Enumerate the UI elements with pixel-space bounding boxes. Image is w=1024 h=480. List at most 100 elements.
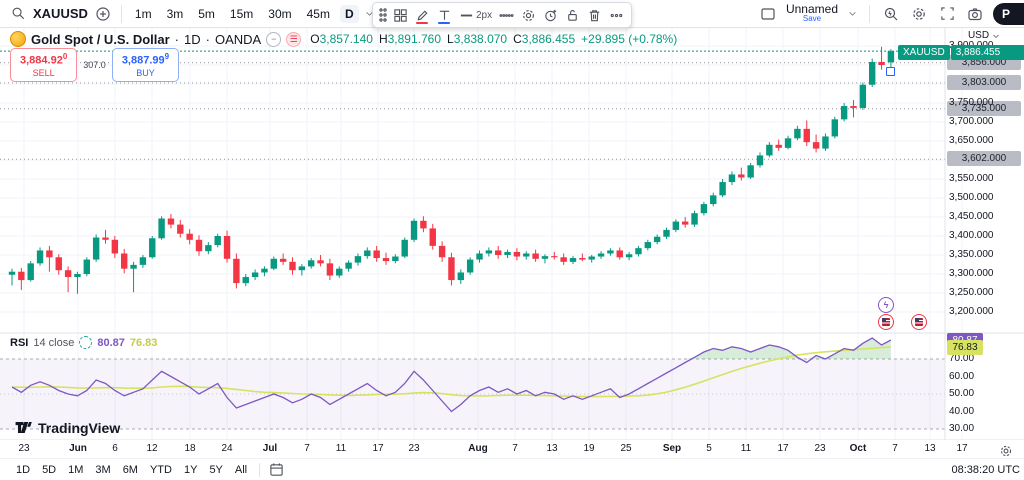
layout-select-icon[interactable]	[758, 4, 778, 24]
range-all[interactable]: All	[229, 463, 253, 477]
layout-name-button[interactable]: Unnamed Save	[786, 4, 838, 24]
rsi-value: 80.87	[97, 337, 125, 349]
time-label-day: 7	[290, 443, 324, 454]
trash-icon[interactable]	[584, 5, 604, 25]
symbol-title[interactable]: Gold Spot / U.S. Dollar	[31, 32, 170, 47]
add-alert-icon[interactable]	[540, 5, 560, 25]
range-1y[interactable]: 1Y	[178, 463, 203, 477]
timeframe-1d-selected[interactable]: D	[340, 5, 359, 23]
legend-menu-icon[interactable]: ☰	[286, 32, 301, 47]
publish-button[interactable]: P	[993, 3, 1024, 25]
currency-chevron-icon	[992, 32, 1000, 40]
compare-add-icon[interactable]	[93, 4, 113, 24]
close-value: 3,886.455	[522, 32, 575, 46]
time-label-month: Sep	[655, 443, 689, 454]
tradingview-watermark: TradingView	[14, 418, 120, 437]
snapshot-camera-icon[interactable]	[965, 4, 985, 24]
time-label-day: 5	[692, 443, 726, 454]
symbol-exchange[interactable]: OANDA	[215, 32, 261, 47]
range-5y[interactable]: 5Y	[203, 463, 228, 477]
go-to-date-calendar-icon[interactable]	[266, 460, 286, 480]
sell-label: SELL	[20, 67, 67, 79]
timeframe-5m[interactable]: 5m	[193, 5, 220, 23]
us-flag-event-icon[interactable]	[878, 314, 894, 330]
change-value: +29.895 (+0.78%)	[581, 32, 677, 46]
more-options-icon[interactable]	[606, 5, 626, 25]
fullscreen-icon[interactable]	[937, 4, 957, 24]
range-3m[interactable]: 3M	[89, 463, 116, 477]
ohlc-values: O3,857.140 H3,891.760 L3,838.070 C3,886.…	[310, 32, 677, 46]
line-width-icon[interactable]	[456, 5, 476, 25]
range-1d[interactable]: 1D	[10, 463, 36, 477]
layout-chevron-down-icon[interactable]	[846, 4, 858, 24]
time-label-day: 19	[572, 443, 606, 454]
price-axis-currency[interactable]: USD	[949, 30, 1019, 41]
us-flag	[915, 318, 923, 326]
tradingview-app: 3,856.0003,803.0003,735.0003,602.000XAUU…	[0, 0, 1024, 480]
selected-point-marker[interactable]	[886, 67, 895, 76]
divider	[869, 5, 870, 23]
rsi-title[interactable]: RSI	[10, 337, 28, 349]
timeframe-3m[interactable]: 3m	[162, 5, 189, 23]
timeframe-15m[interactable]: 15m	[225, 5, 258, 23]
time-label-day: 23	[397, 443, 431, 454]
time-label-day: 17	[766, 443, 800, 454]
lock-icon[interactable]	[562, 5, 582, 25]
high-value: 3,891.760	[388, 32, 441, 46]
time-label-day: 7	[878, 443, 912, 454]
time-axis-settings-gear-icon[interactable]	[996, 441, 1016, 461]
range-6m[interactable]: 6M	[117, 463, 144, 477]
range-1m[interactable]: 1M	[62, 463, 89, 477]
time-label-day: 6	[98, 443, 132, 454]
rsi-loading-icon	[79, 336, 92, 349]
drawing-color-pencil-icon[interactable]	[412, 5, 432, 25]
drawing-toolbar: 2px	[372, 2, 632, 28]
buy-label: BUY	[122, 67, 169, 79]
search-icon[interactable]	[8, 4, 28, 24]
time-label-day: 23	[7, 443, 41, 454]
time-axis[interactable]: 23Jun6121824Jul7111723Aug7131925Sep51117…	[0, 440, 1024, 458]
quick-search-icon[interactable]	[881, 4, 901, 24]
range-5d[interactable]: 5D	[36, 463, 62, 477]
buy-button[interactable]: 3,887.999 BUY	[112, 48, 179, 82]
range-ytd[interactable]: YTD	[144, 463, 178, 477]
symbol-search-button[interactable]: XAUUSD	[33, 6, 88, 21]
time-label-day: 12	[135, 443, 169, 454]
toolbar-right-group: Unnamed Save P	[758, 3, 1024, 25]
layout-save-link[interactable]: Save	[803, 14, 821, 24]
time-label-month: Jul	[253, 443, 287, 454]
drawing-settings-icon[interactable]	[518, 5, 538, 25]
timeframe-30m[interactable]: 30m	[263, 5, 296, 23]
rsi-ma-value: 76.83	[130, 337, 158, 349]
tradingview-logo-icon	[14, 418, 33, 437]
clock-utc[interactable]: 08:38:20 UTC	[952, 464, 1024, 476]
line-width-label[interactable]: 2px	[476, 10, 492, 21]
sell-button[interactable]: 3,884.920 SELL	[10, 48, 77, 82]
text-color-icon[interactable]	[434, 5, 454, 25]
time-label-day: 23	[803, 443, 837, 454]
economic-event-icon[interactable]: ϟ	[878, 297, 894, 313]
hide-legend-icon[interactable]: −	[266, 32, 281, 47]
us-flag	[882, 318, 890, 326]
time-label-day: 7	[498, 443, 532, 454]
trade-buttons: 3,884.920 SELL 307.0 3,887.999 BUY	[10, 48, 179, 82]
time-label-day: 18	[173, 443, 207, 454]
drag-handle[interactable]	[378, 5, 388, 25]
dot-separator: ·	[175, 32, 179, 47]
time-label-month: Oct	[841, 443, 875, 454]
time-label-month: Aug	[461, 443, 495, 454]
line-style-dotted-icon[interactable]	[496, 5, 516, 25]
symbol-interval[interactable]: 1D	[184, 32, 201, 47]
time-label-day: 11	[729, 443, 763, 454]
time-label-day: 13	[535, 443, 569, 454]
symbol-legend[interactable]: Gold Spot / U.S. Dollar · 1D · OANDA − ☰…	[10, 31, 677, 47]
us-flag-event-icon[interactable]	[911, 314, 927, 330]
rsi-legend[interactable]: RSI 14 close 80.87 76.83	[10, 336, 157, 349]
low-value: 3,838.070	[454, 32, 507, 46]
chart-settings-gear-icon[interactable]	[909, 4, 929, 24]
timeframe-45m[interactable]: 45m	[302, 5, 335, 23]
template-grid-icon[interactable]	[390, 5, 410, 25]
open-value: 3,857.140	[320, 32, 373, 46]
timeframe-1m[interactable]: 1m	[130, 5, 157, 23]
dot-separator: ·	[206, 32, 210, 47]
